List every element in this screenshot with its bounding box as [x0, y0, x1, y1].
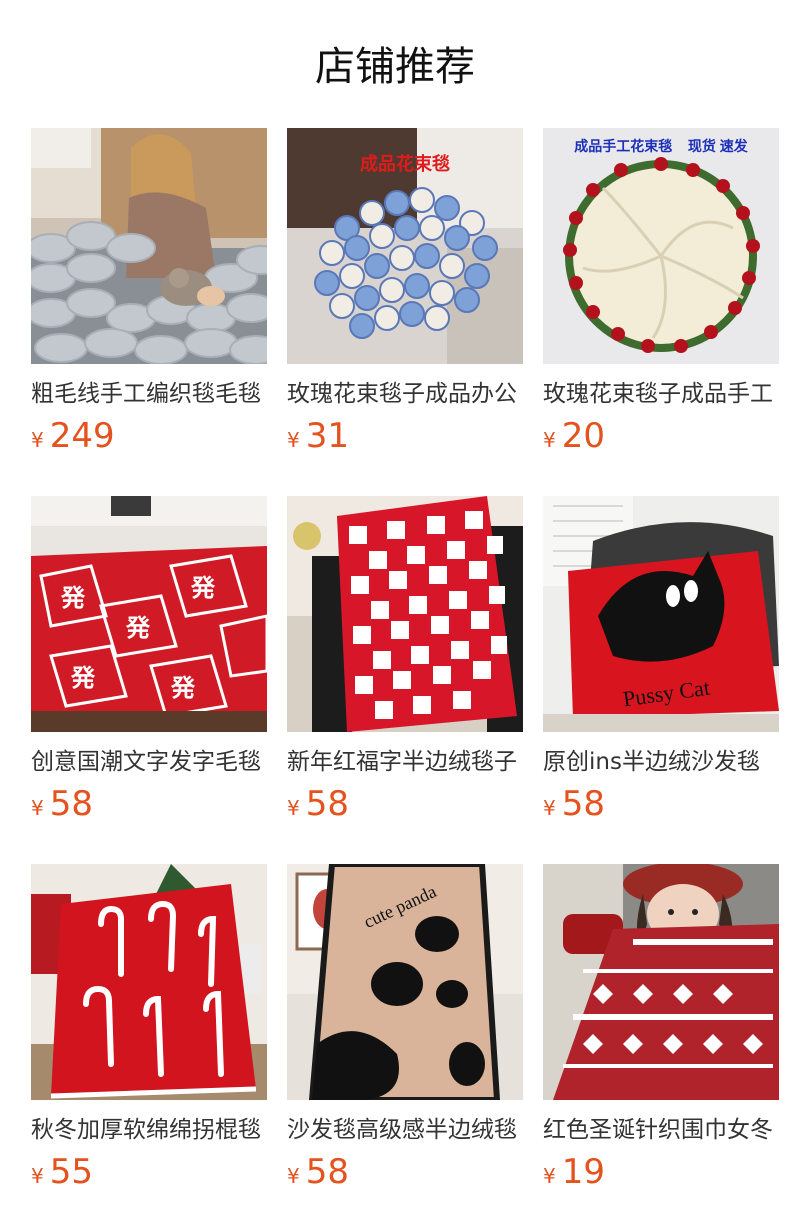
svg-text:発: 発 [70, 664, 96, 692]
product-card[interactable]: 発 発 発 発 発 创意国潮文字发字毛毯 ¥58 [31, 496, 267, 864]
svg-text:発: 発 [170, 674, 196, 702]
product-card[interactable]: 新年红福字半边绒毯子 ¥58 [287, 496, 523, 864]
product-image-crochet-rose-blanket[interactable]: 成品手工花束毯 现货 速发 [543, 128, 779, 364]
currency-symbol: ¥ [543, 1164, 556, 1188]
currency-symbol: ¥ [287, 796, 300, 820]
currency-symbol: ¥ [31, 796, 44, 820]
product-image-red-fa-blanket[interactable]: 発 発 発 発 発 [31, 496, 267, 732]
price-value: 20 [561, 416, 605, 456]
product-name[interactable]: 粗毛线手工编织毯毛毯 [31, 378, 267, 410]
product-card[interactable]: 红色圣诞针织围巾女冬 ¥19 [543, 864, 779, 1232]
product-card[interactable]: cute panda 沙发毯高级感半边绒毯 ¥58 [287, 864, 523, 1232]
product-price: ¥58 [543, 784, 779, 824]
product-card[interactable]: Pussy Cat 原创ins半边绒沙发毯 ¥58 [543, 496, 779, 864]
product-card[interactable]: 成品花束毯 玫瑰花束毯子成品办公 ¥ 31 [287, 128, 523, 496]
price-value: 58 [305, 784, 349, 824]
product-image-chunky-knit-blanket[interactable] [31, 128, 267, 364]
price-value: 19 [561, 1152, 605, 1192]
svg-text:発: 発 [60, 584, 86, 612]
product-name[interactable]: 创意国潮文字发字毛毯 [31, 746, 267, 778]
price-value: 249 [49, 416, 115, 456]
product-price: ¥55 [31, 1152, 267, 1192]
price-value: 58 [561, 784, 605, 824]
price-value: 55 [49, 1152, 93, 1192]
product-name[interactable]: 秋冬加厚软绵绵拐棍毯 [31, 1114, 267, 1146]
product-image-rose-bouquet-blanket[interactable]: 成品花束毯 [287, 128, 523, 364]
svg-text:発: 発 [190, 574, 216, 602]
image-caption: 成品花束毯 [360, 153, 450, 174]
product-price: ¥19 [543, 1152, 779, 1192]
price-value: 31 [305, 416, 349, 456]
product-card[interactable]: 粗毛线手工编织毯毛毯 ¥249 [31, 128, 267, 496]
currency-symbol: ¥ [287, 1164, 300, 1188]
product-image-candy-cane-blanket[interactable] [31, 864, 267, 1100]
product-name[interactable]: 玫瑰花束毯子成品手工 [543, 378, 779, 410]
product-image-fu-character-blanket[interactable] [287, 496, 523, 732]
image-caption: 成品手工花束毯 现货 速发 [574, 138, 748, 154]
currency-symbol: ¥ [31, 428, 44, 452]
product-name[interactable]: 新年红福字半边绒毯子 [287, 746, 523, 778]
product-price: ¥249 [31, 416, 267, 456]
product-card[interactable]: 秋冬加厚软绵绵拐棍毯 ¥55 [31, 864, 267, 1232]
currency-symbol: ¥ [287, 428, 300, 452]
currency-symbol: ¥ [543, 796, 556, 820]
product-price: ¥31 [287, 416, 523, 456]
product-name[interactable]: 沙发毯高级感半边绒毯 [287, 1114, 523, 1146]
price-value: 58 [49, 784, 93, 824]
product-grid: 粗毛线手工编织毯毛毯 ¥249 成品花束毯 玫瑰花束毯子成品办公 ¥ 31 成品… [31, 128, 779, 1232]
product-price: ¥20 [543, 416, 779, 456]
product-name[interactable]: 玫瑰花束毯子成品办公 [287, 378, 523, 410]
svg-text:発: 発 [125, 614, 151, 642]
product-image-christmas-scarf[interactable] [543, 864, 779, 1100]
currency-symbol: ¥ [543, 428, 556, 452]
product-name[interactable]: 原创ins半边绒沙发毯 [543, 746, 779, 778]
product-name[interactable]: 红色圣诞针织围巾女冬 [543, 1114, 779, 1146]
product-price: ¥58 [31, 784, 267, 824]
product-price: ¥58 [287, 1152, 523, 1192]
product-image-black-cat-blanket[interactable]: Pussy Cat [543, 496, 779, 732]
product-price: ¥58 [287, 784, 523, 824]
section-title: 店铺推荐 [315, 44, 475, 90]
product-image-panda-blanket[interactable]: cute panda [287, 864, 523, 1100]
price-value: 58 [305, 1152, 349, 1192]
currency-symbol: ¥ [31, 1164, 44, 1188]
product-card[interactable]: 成品手工花束毯 现货 速发 玫瑰花束毯子成品手工 ¥ 20 [543, 128, 779, 496]
